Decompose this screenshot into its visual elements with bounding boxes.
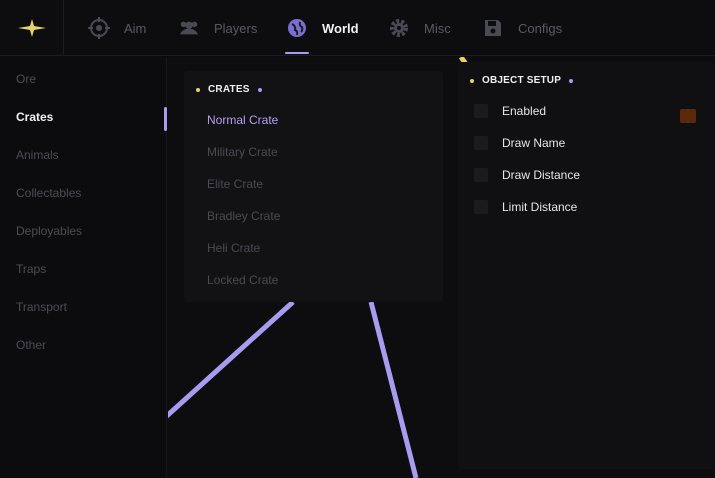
enabled-checkbox[interactable] bbox=[474, 104, 488, 118]
sidebar-item-traps[interactable]: Traps bbox=[16, 262, 46, 276]
draw-name-checkbox[interactable] bbox=[474, 136, 488, 150]
sidebar-item-other[interactable]: Other bbox=[16, 338, 46, 352]
sidebar: Ore Crates Animals Collectables Deployab… bbox=[0, 57, 167, 478]
limit-distance-label: Limit Distance bbox=[502, 200, 578, 214]
crate-item-normal[interactable]: Normal Crate bbox=[207, 113, 278, 127]
tab-aim-label: Aim bbox=[124, 20, 147, 36]
logo bbox=[0, 0, 64, 56]
crosshair-icon bbox=[88, 17, 110, 39]
globe-icon bbox=[286, 17, 308, 39]
title-dot-icon bbox=[257, 87, 262, 92]
sidebar-item-crates[interactable]: Crates bbox=[16, 110, 53, 124]
crate-item-elite[interactable]: Elite Crate bbox=[207, 177, 263, 191]
sidebar-item-ore[interactable]: Ore bbox=[16, 72, 36, 86]
crate-item-locked[interactable]: Locked Crate bbox=[207, 273, 278, 287]
main-content: CRATES Normal Crate Military Crate Elite… bbox=[168, 57, 715, 478]
object-setup-panel: OBJECT SETUP Enabled Draw Name Draw Dist… bbox=[458, 62, 715, 469]
active-tab-indicator bbox=[285, 52, 309, 54]
tab-configs[interactable]: Configs bbox=[482, 0, 562, 56]
limit-distance-checkbox[interactable] bbox=[474, 200, 488, 214]
enabled-color-picker[interactable] bbox=[680, 109, 696, 123]
draw-name-label: Draw Name bbox=[502, 136, 566, 150]
tab-players[interactable]: Players bbox=[178, 0, 257, 56]
crates-panel: CRATES Normal Crate Military Crate Elite… bbox=[184, 71, 443, 302]
tab-misc-label: Misc bbox=[424, 20, 451, 36]
draw-distance-option[interactable]: Draw Distance bbox=[474, 168, 580, 182]
limit-distance-option[interactable]: Limit Distance bbox=[474, 200, 577, 214]
title-dot-icon bbox=[470, 78, 474, 83]
sidebar-item-collectables[interactable]: Collectables bbox=[16, 186, 81, 200]
tab-aim[interactable]: Aim bbox=[88, 0, 146, 56]
gear-icon bbox=[388, 17, 410, 39]
draw-distance-label: Draw Distance bbox=[502, 168, 581, 182]
sidebar-active-indicator bbox=[164, 107, 167, 131]
crate-item-heli[interactable]: Heli Crate bbox=[207, 241, 260, 255]
users-icon bbox=[178, 17, 200, 39]
sidebar-item-animals[interactable]: Animals bbox=[16, 148, 59, 162]
crate-item-military[interactable]: Military Crate bbox=[207, 145, 278, 159]
title-dot-icon bbox=[569, 78, 574, 83]
tab-world-label: World bbox=[322, 20, 359, 36]
crates-title-text: CRATES bbox=[208, 84, 250, 95]
tab-misc[interactable]: Misc bbox=[388, 0, 451, 56]
title-dot-icon bbox=[196, 87, 200, 92]
sidebar-item-deployables[interactable]: Deployables bbox=[16, 224, 82, 238]
tab-players-label: Players bbox=[214, 20, 258, 36]
enabled-option[interactable]: Enabled bbox=[474, 104, 546, 118]
top-bar: Aim Players World Misc Configs bbox=[0, 0, 715, 56]
tab-world[interactable]: World bbox=[286, 0, 359, 56]
crate-item-bradley[interactable]: Bradley Crate bbox=[207, 209, 280, 223]
sidebar-item-transport[interactable]: Transport bbox=[16, 300, 67, 314]
tab-configs-label: Configs bbox=[518, 20, 563, 36]
object-setup-title-text: OBJECT SETUP bbox=[482, 75, 562, 86]
draw-name-option[interactable]: Draw Name bbox=[474, 136, 565, 150]
sparkle-icon bbox=[17, 19, 46, 37]
enabled-label: Enabled bbox=[502, 104, 547, 118]
draw-distance-checkbox[interactable] bbox=[474, 168, 488, 182]
save-icon bbox=[482, 17, 504, 39]
object-setup-title: OBJECT SETUP bbox=[470, 75, 574, 86]
crates-title: CRATES bbox=[196, 84, 262, 95]
